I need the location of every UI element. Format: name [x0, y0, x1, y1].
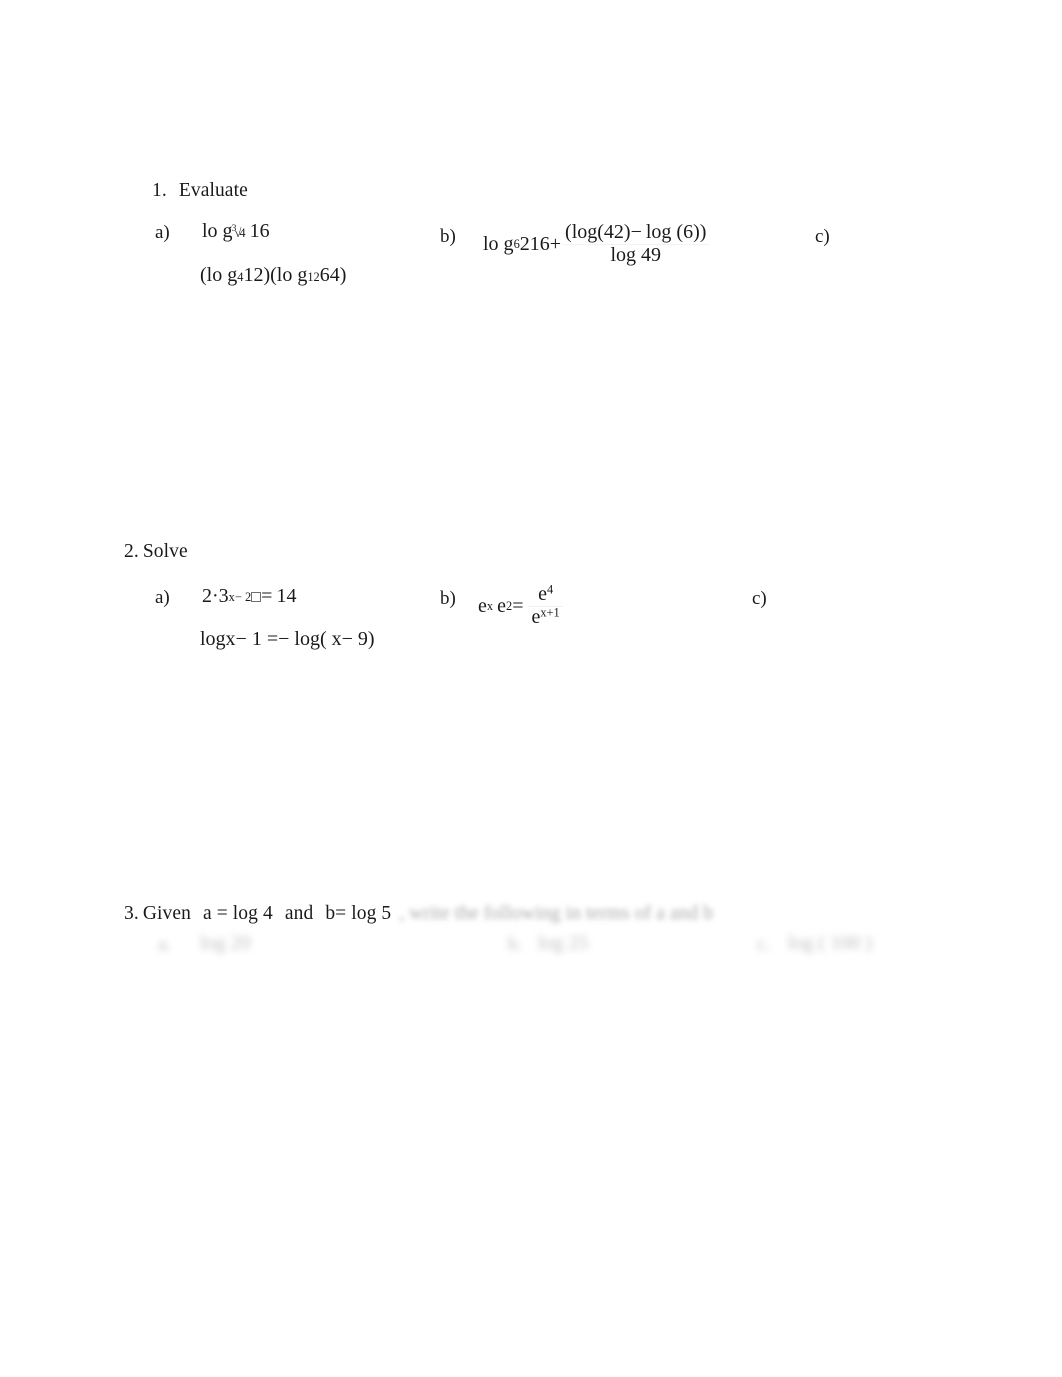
multiplication-dot: ·	[212, 585, 219, 607]
denominator-exponent: x+1	[540, 605, 560, 620]
numerator-part-2: log (6))	[645, 221, 707, 243]
problem-3-given-a: a = log 4	[202, 903, 273, 924]
problem-3-heading: 3. Given a = log 4 and b= log 5 , write …	[124, 903, 713, 925]
fraction-numerator: e4	[535, 582, 556, 606]
numerator-base: e	[538, 583, 547, 605]
coefficient: 2	[202, 585, 212, 607]
equals-sign: =	[512, 594, 524, 617]
e-term-1: e	[478, 594, 487, 617]
problem-3-given-b: b= log 5	[325, 903, 392, 924]
open-paren-1: (	[200, 264, 207, 286]
problem-3b-expression: log 25	[538, 932, 589, 954]
fraction-numerator: (log(42)− log (6))	[562, 221, 709, 244]
problem-1b-expression: lo g 6 216 + (log(42)− log (6)) log 49	[483, 221, 710, 266]
close-paren-1: )	[263, 264, 271, 286]
problem-2b-label: b)	[440, 588, 456, 609]
numerator-exponent: 4	[546, 582, 554, 597]
problem-3c-expression: log ( 100 )	[788, 932, 872, 954]
fraction: e4 ex+1	[528, 582, 563, 629]
empty-subscript-slot[interactable]	[251, 592, 262, 602]
problem-3a-label: a.	[158, 934, 172, 955]
log-argument-1: 12	[243, 264, 264, 286]
problem-1b-label: b)	[440, 226, 456, 247]
problem-1c-expression: (lo g 4 12)(lo g 12 64)	[200, 264, 347, 286]
log-argument: 16	[249, 220, 270, 242]
problem-2c-expression: logx− 1 =− log( x− 9)	[200, 628, 375, 650]
log-word-1: lo g	[206, 264, 238, 286]
fraction-denominator: ex+1	[528, 605, 562, 629]
problem-3-instruction: , write the following in terms of a and …	[399, 903, 714, 924]
cube-root-base: 3 √4	[232, 224, 246, 240]
problem-3b-label: b.	[508, 934, 523, 955]
log-word: lo g	[483, 232, 514, 255]
problem-2c-label: c)	[752, 588, 767, 609]
numerator-part-1: (log(42)	[565, 221, 631, 243]
problem-2a-label: a)	[155, 587, 170, 608]
problem-2-number: 2.	[124, 541, 139, 562]
log-word-2: lo g	[276, 264, 308, 286]
plus-operator: +	[549, 232, 562, 255]
exponent-base: 3	[218, 585, 229, 607]
e-term-2: e	[497, 594, 506, 617]
radical-symbol: √	[234, 226, 242, 240]
close-paren-2: )	[339, 264, 347, 286]
open-paren-2: (	[270, 264, 277, 286]
log-argument: 216	[519, 232, 550, 255]
problem-3-title: Given	[142, 903, 191, 924]
numerator-minus: −	[630, 221, 642, 243]
problem-3c-label: c.	[757, 934, 771, 955]
problem-1-number: 1.	[152, 180, 167, 201]
problem-1-title: Evaluate	[178, 180, 248, 201]
problem-1-heading: 1. Evaluate	[152, 180, 248, 202]
problem-1c-label: c)	[815, 226, 830, 247]
result-value: 14	[276, 585, 297, 607]
log-word: lo g	[202, 220, 233, 242]
problem-3a-expression: log 20	[200, 932, 251, 954]
problem-2a-expression: 2 · 3 x− 2 = 14	[202, 585, 297, 607]
equals-sign: =	[261, 585, 273, 607]
problem-2-title: Solve	[142, 541, 188, 562]
problem-3-and: and	[284, 903, 314, 924]
problem-1a-expression: lo g 3 √4 16	[202, 220, 270, 243]
problem-3-number: 3.	[124, 903, 139, 924]
problem-2b-expression: e x e 2 = e4 ex+1	[478, 582, 564, 629]
problem-1a-label: a)	[155, 222, 170, 243]
worksheet-page: 1. Evaluate a) lo g 3 √4 16 b) lo g 6 216 + (l…	[0, 0, 1062, 1377]
fraction: (log(42)− log (6)) log 49	[562, 221, 710, 266]
log-argument-2: 64	[319, 264, 340, 286]
fraction-denominator: log 49	[610, 243, 662, 266]
problem-2-heading: 2. Solve	[124, 541, 188, 563]
